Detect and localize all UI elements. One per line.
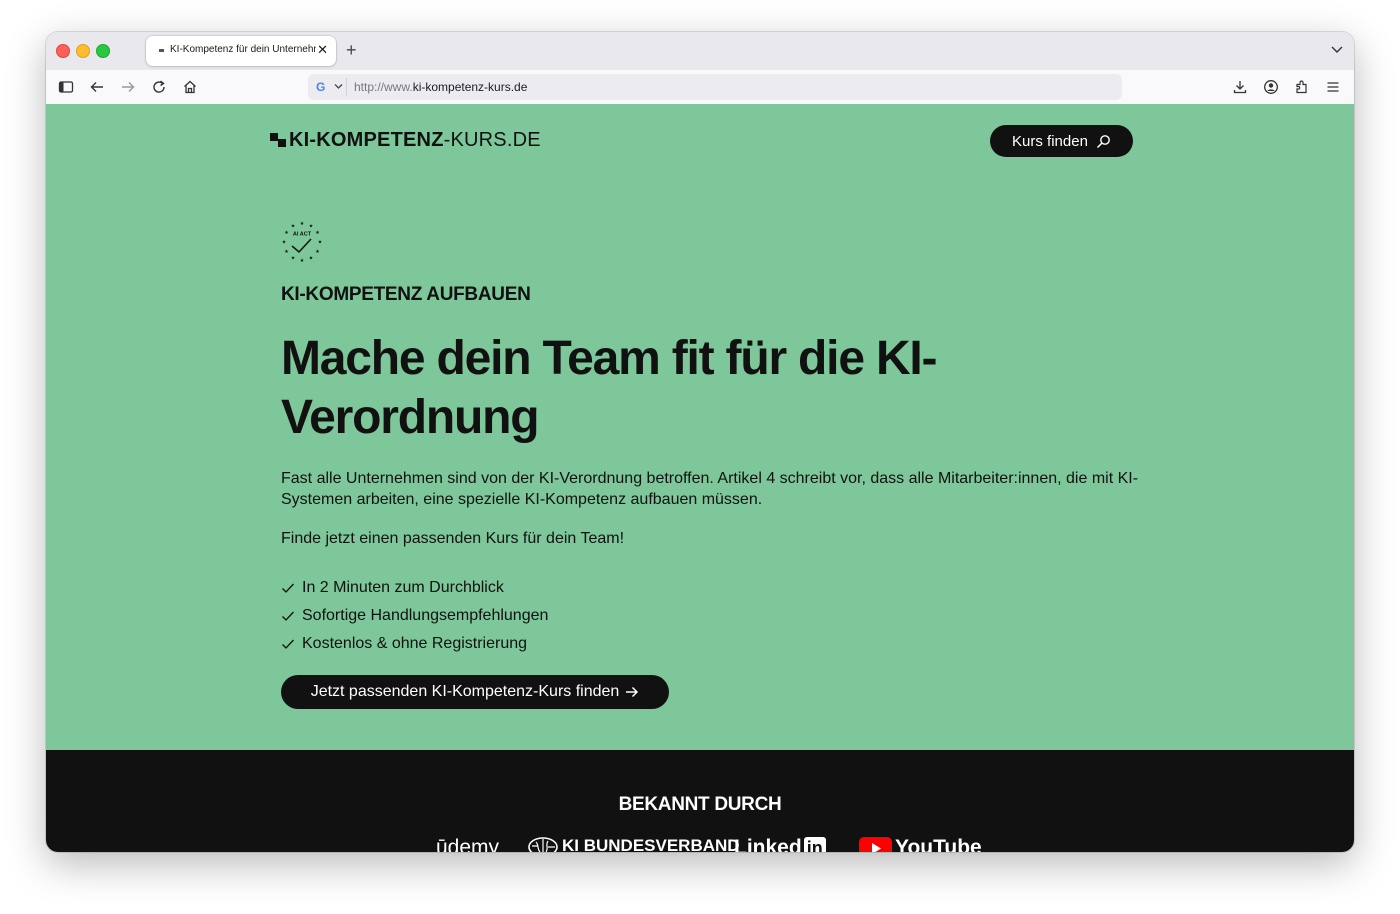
hero-lead-cta-text: Finde jetzt einen passenden Kurs für dei… xyxy=(281,530,625,547)
svg-text:★: ★ xyxy=(315,230,320,236)
checklist-item-label: Kostenlos & ohne Registrierung xyxy=(302,635,528,652)
find-course-cta-button[interactable]: Jetzt passenden KI-Kompetenz-Kurs finden xyxy=(281,675,669,709)
check-icon xyxy=(282,639,294,649)
logo-mark-icon xyxy=(270,133,286,147)
address-bar[interactable]: G http://www.ki-kompetenz-kurs.de xyxy=(308,74,1122,100)
logo-text-thin: -KURS.DE xyxy=(443,128,541,151)
url-text[interactable]: http://www.ki-kompetenz-kurs.de xyxy=(354,80,527,94)
brain-icon xyxy=(528,837,558,852)
close-window-button[interactable] xyxy=(56,44,70,58)
search-icon xyxy=(1096,134,1110,148)
linkedin-logo: Linked in xyxy=(734,836,826,852)
web-page: KI-KOMPETENZ -KURS.DE Kurs finden ★ ★ ★ ★… xyxy=(46,104,1354,852)
check-icon xyxy=(282,611,294,621)
svg-text:★: ★ xyxy=(309,256,314,262)
checklist-item: Kostenlos & ohne Registrierung xyxy=(281,630,548,658)
arrow-right-icon xyxy=(626,686,639,698)
linkedin-in-badge: in xyxy=(803,837,826,852)
forward-arrow-icon[interactable] xyxy=(120,79,136,95)
menu-hamburger-icon[interactable] xyxy=(1325,79,1341,95)
svg-text:★: ★ xyxy=(282,240,287,246)
ki-bundesverband-label: KI BUNDESVERBAND xyxy=(562,836,740,852)
check-icon xyxy=(282,583,294,593)
youtube-play-icon xyxy=(859,836,892,852)
svg-text:★: ★ xyxy=(318,240,323,246)
svg-text:★: ★ xyxy=(309,224,314,230)
active-tab[interactable]: KI-Kompetenz für dein Unternehmen ✕ xyxy=(146,36,336,66)
svg-text:★: ★ xyxy=(291,256,296,262)
linkedin-word: Linked xyxy=(734,836,802,852)
svg-text:★: ★ xyxy=(284,230,289,236)
zoom-window-button[interactable] xyxy=(96,44,110,58)
new-tab-button[interactable]: + xyxy=(346,39,357,61)
extensions-icon[interactable] xyxy=(1294,79,1310,95)
url-domain: ki-kompetenz-kurs.de xyxy=(412,80,528,94)
hero-headline: Mache dein Team fit für die KI-Verordnun… xyxy=(281,332,938,444)
youtube-word: YouTube xyxy=(895,836,982,852)
press-section: BEKANNT DURCH ūdemy KI BUNDESVERBAND Lin… xyxy=(46,750,1354,852)
engine-chevron-down-icon[interactable] xyxy=(334,83,343,90)
url-prefix: http://www. xyxy=(354,80,413,94)
back-arrow-icon[interactable] xyxy=(89,79,105,95)
known-from-title: BEKANNT DURCH xyxy=(618,794,782,815)
ai-act-badge-icon: ★ ★ ★ ★ ★ ★ ★ ★ ★ ★ ★ ★ AI ACT xyxy=(282,221,323,264)
ki-bundesverband-logo: KI BUNDESVERBAND xyxy=(528,836,740,852)
search-engine-google-icon[interactable]: G xyxy=(316,80,325,94)
hero-lead-text: Fast alle Unternehmen sind von der KI-Ve… xyxy=(281,470,1139,508)
checklist-item-label: Sofortige Handlungsempfehlungen xyxy=(302,607,549,624)
tab-title: KI-Kompetenz für dein Unternehmen xyxy=(170,44,316,55)
hero-kicker: KI-KOMPETENZ AUFBAUEN xyxy=(281,284,531,305)
cta-label: Jetzt passenden KI-Kompetenz-Kurs finden xyxy=(310,683,620,700)
svg-text:★: ★ xyxy=(284,249,289,255)
kurs-finden-label: Kurs finden xyxy=(1012,132,1088,150)
checklist-item: Sofortige Handlungsempfehlungen xyxy=(281,602,548,630)
svg-text:★: ★ xyxy=(300,221,305,227)
logo-text-bold: KI-KOMPETENZ xyxy=(289,128,444,151)
udemy-logo: ūdemy xyxy=(436,836,500,852)
sidebar-toggle-icon[interactable] xyxy=(58,79,74,95)
site-logo[interactable]: KI-KOMPETENZ -KURS.DE xyxy=(270,129,541,151)
navigation-toolbar: G http://www.ki-kompetenz-kurs.de xyxy=(46,70,1354,105)
browser-window: KI-Kompetenz für dein Unternehmen ✕ + G xyxy=(46,32,1354,852)
close-tab-icon[interactable]: ✕ xyxy=(317,42,328,58)
tab-list-chevron-icon[interactable] xyxy=(1330,42,1344,56)
tab-strip: KI-Kompetenz für dein Unternehmen ✕ + xyxy=(46,32,1354,70)
account-icon[interactable] xyxy=(1263,79,1279,95)
download-icon[interactable] xyxy=(1232,79,1248,95)
brand-logo-row: ūdemy KI BUNDESVERBAND Linked in YouTube xyxy=(46,836,1354,852)
checklist-item: In 2 Minuten zum Durchblick xyxy=(281,574,548,602)
address-divider xyxy=(346,78,347,96)
hero-section: KI-KOMPETENZ -KURS.DE Kurs finden ★ ★ ★ ★… xyxy=(46,104,1354,750)
ai-act-badge-label: AI ACT xyxy=(293,232,312,238)
youtube-logo: YouTube xyxy=(859,836,982,852)
svg-text:★: ★ xyxy=(315,249,320,255)
kurs-finden-button[interactable]: Kurs finden xyxy=(990,125,1133,157)
svg-text:★: ★ xyxy=(300,258,305,264)
svg-text:★: ★ xyxy=(291,224,296,230)
favicon-icon xyxy=(159,49,164,52)
checklist-item-label: In 2 Minuten zum Durchblick xyxy=(302,579,504,596)
benefit-checklist: In 2 Minuten zum Durchblick Sofortige Ha… xyxy=(281,574,548,658)
reload-icon[interactable] xyxy=(151,79,167,95)
minimize-window-button[interactable] xyxy=(76,44,90,58)
home-icon[interactable] xyxy=(182,79,198,95)
